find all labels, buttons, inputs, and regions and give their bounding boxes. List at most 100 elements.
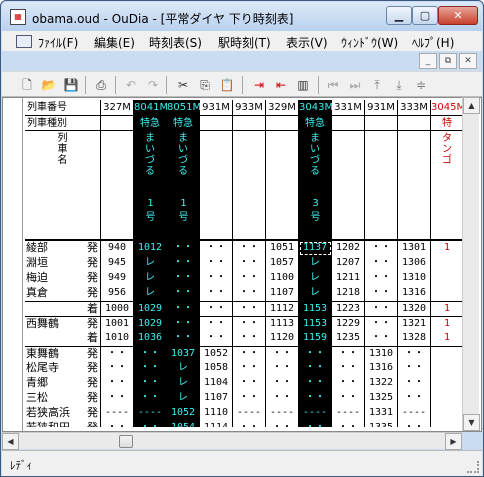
paste-icon[interactable]: 📋: [218, 76, 236, 94]
time-cell[interactable]: 1328: [398, 331, 431, 346]
time-cell[interactable]: ・・: [365, 316, 398, 331]
time-cell[interactable]: ・・: [167, 316, 200, 331]
time-cell[interactable]: ・・: [134, 376, 167, 391]
time-cell[interactable]: 1114: [200, 421, 233, 427]
time-cell[interactable]: ・・: [332, 361, 365, 376]
time-cell[interactable]: ・・: [200, 316, 233, 331]
time-cell[interactable]: ・・: [398, 391, 431, 406]
title-bar[interactable]: ▦ obama.oud - OuDia - [平常ダイヤ 下り時刻表] ▁ ▢ …: [2, 2, 482, 31]
time-cell[interactable]: ・・: [332, 346, 365, 361]
scroll-left-icon[interactable]: ◀: [2, 433, 19, 450]
time-cell[interactable]: 1159: [299, 331, 332, 346]
time-cell[interactable]: 1057: [266, 256, 299, 271]
time-cell[interactable]: ・・: [365, 331, 398, 346]
time-cell[interactable]: ・・: [233, 376, 266, 391]
time-cell[interactable]: 1207: [332, 256, 365, 271]
time-cell[interactable]: ・・: [365, 286, 398, 301]
time-cell[interactable]: レ: [134, 256, 167, 271]
menu-file[interactable]: ﾌｧｲﾙ(F): [38, 34, 78, 51]
time-cell[interactable]: ・・: [332, 376, 365, 391]
time-cell[interactable]: 940: [101, 241, 134, 256]
time-cell[interactable]: 1325: [365, 391, 398, 406]
time-cell[interactable]: ・・: [233, 361, 266, 376]
time-cell[interactable]: ・・: [365, 301, 398, 316]
open-folder-icon[interactable]: 📂: [40, 76, 58, 94]
time-cell[interactable]: 949: [101, 271, 134, 286]
time-cell[interactable]: ・・: [332, 421, 365, 427]
menu-timetable[interactable]: 時刻表(S): [149, 34, 202, 51]
menu-help[interactable]: ﾍﾙﾌﾟ(H): [412, 34, 454, 51]
time-cell[interactable]: [431, 271, 462, 286]
train-name-cell[interactable]: [266, 131, 299, 241]
train-type-cell[interactable]: [101, 116, 134, 131]
station-cell[interactable]: 青郷 発: [25, 376, 101, 391]
first-train-icon[interactable]: ⏮: [324, 76, 342, 94]
time-cell[interactable]: [431, 406, 462, 421]
time-cell[interactable]: ・・: [134, 361, 167, 376]
time-cell[interactable]: ・・: [134, 391, 167, 406]
time-cell[interactable]: ----: [134, 406, 167, 421]
time-cell[interactable]: 1335: [365, 421, 398, 427]
time-cell[interactable]: 1001: [101, 316, 134, 331]
train-type-cell[interactable]: 特急: [299, 116, 332, 131]
time-cell[interactable]: 1100: [266, 271, 299, 286]
scroll-up-icon[interactable]: ▲: [463, 97, 480, 114]
time-cell[interactable]: 945: [101, 256, 134, 271]
time-cell[interactable]: ・・: [233, 286, 266, 301]
mdi-restore-button[interactable]: ⧉: [439, 53, 457, 69]
time-cell[interactable]: 1320: [398, 301, 431, 316]
time-cell[interactable]: 1113: [266, 316, 299, 331]
train-name-cell[interactable]: [332, 131, 365, 241]
time-cell[interactable]: ・・: [266, 376, 299, 391]
time-cell[interactable]: ・・: [233, 241, 266, 256]
train-number-cell[interactable]: 327M: [101, 100, 134, 116]
time-cell[interactable]: レ: [167, 376, 200, 391]
train-number-cell[interactable]: 8041M: [134, 100, 168, 116]
time-cell[interactable]: 1331: [365, 406, 398, 421]
time-cell[interactable]: 1107: [266, 286, 299, 301]
time-cell[interactable]: 1010: [101, 331, 134, 346]
time-cell[interactable]: ・・: [266, 361, 299, 376]
time-cell[interactable]: 1235: [332, 331, 365, 346]
time-cell[interactable]: ・・: [299, 421, 332, 427]
station-cell[interactable]: 東舞鶴 発: [25, 346, 101, 361]
train-type-cell[interactable]: 特: [431, 116, 462, 131]
station-cell[interactable]: 三松 発: [25, 391, 101, 406]
time-cell[interactable]: [431, 256, 462, 271]
time-cell[interactable]: ・・: [299, 361, 332, 376]
train-number-cell[interactable]: 329M: [266, 100, 299, 116]
print-icon[interactable]: ⎙: [92, 76, 110, 94]
time-cell[interactable]: ・・: [167, 331, 200, 346]
time-cell[interactable]: レ: [167, 391, 200, 406]
time-cell[interactable]: ・・: [167, 301, 200, 316]
train-type-cell[interactable]: 特急: [167, 116, 200, 131]
bottom-station-icon[interactable]: ⤓: [390, 76, 408, 94]
menu-edit[interactable]: 編集(E): [94, 34, 135, 51]
time-cell[interactable]: ・・: [266, 391, 299, 406]
delete-train-icon[interactable]: ⇤: [272, 76, 290, 94]
time-cell[interactable]: ・・: [299, 391, 332, 406]
time-cell[interactable]: 1120: [266, 331, 299, 346]
time-cell[interactable]: 1000: [101, 301, 134, 316]
train-number-cell[interactable]: 333M: [398, 100, 431, 116]
time-cell[interactable]: 1: [431, 331, 462, 346]
time-cell[interactable]: 1310: [365, 346, 398, 361]
time-cell[interactable]: ・・: [233, 391, 266, 406]
train-type-cell[interactable]: [332, 116, 365, 131]
time-cell[interactable]: 1301: [398, 241, 431, 256]
horizontal-scroll-thumb[interactable]: [119, 435, 133, 448]
train-number-cell[interactable]: 331M: [332, 100, 365, 116]
time-cell[interactable]: レ: [299, 271, 332, 286]
time-cell[interactable]: 1321: [398, 316, 431, 331]
time-cell[interactable]: 1012: [134, 241, 167, 256]
time-cell[interactable]: ----: [266, 406, 299, 421]
time-cell[interactable]: 956: [101, 286, 134, 301]
train-name-cell[interactable]: [233, 131, 266, 241]
time-cell[interactable]: ・・: [200, 241, 233, 256]
time-cell[interactable]: 1104: [200, 376, 233, 391]
time-cell[interactable]: [431, 361, 462, 376]
time-cell[interactable]: ・・: [365, 241, 398, 256]
time-cell[interactable]: ・・: [167, 256, 200, 271]
time-cell[interactable]: ・・: [101, 346, 134, 361]
time-cell[interactable]: ・・: [200, 271, 233, 286]
